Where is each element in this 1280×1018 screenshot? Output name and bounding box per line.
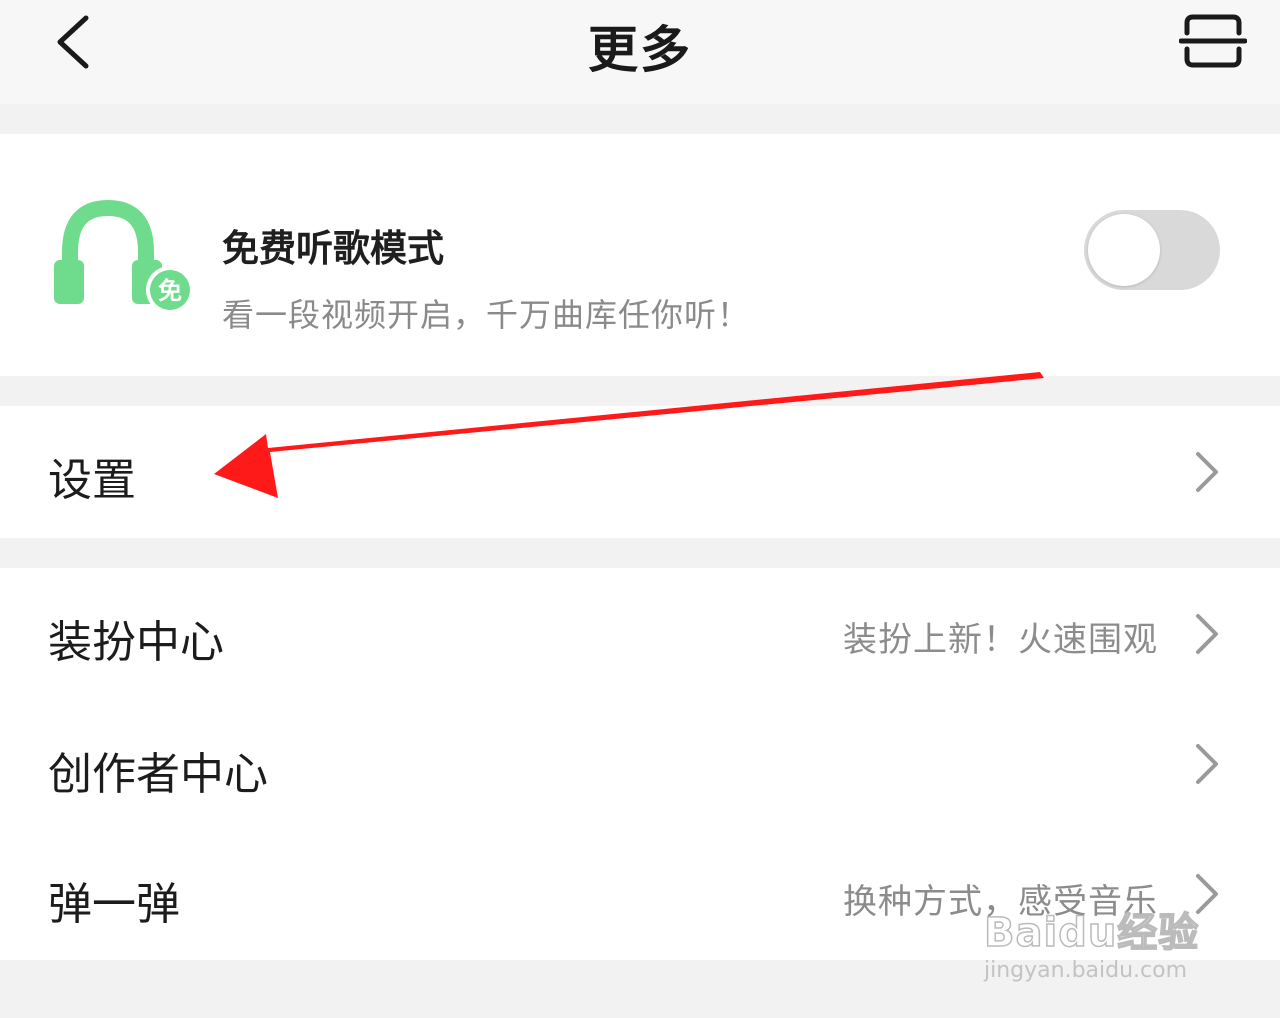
scan-icon <box>1179 14 1247 68</box>
chevron-right-icon <box>1196 744 1218 784</box>
chevron-right-icon <box>1196 614 1218 654</box>
free-badge: 免 <box>158 277 182 305</box>
menu-item-hint: 装扮上新！火速围观 <box>843 620 1158 660</box>
page-title: 更多 <box>588 21 692 79</box>
chevron-right-icon <box>1196 452 1218 492</box>
menu-item-label: 弹一弹 <box>48 879 180 930</box>
section-gap <box>0 104 1280 134</box>
baidu-watermark-url: jingyan.baidu.com <box>984 958 1188 983</box>
settings-row[interactable] <box>0 406 1280 538</box>
headphone-icon: 免 <box>54 200 194 314</box>
section-gap <box>0 376 1280 406</box>
free-mode-subtitle: 看一段视频开启，千万曲库任你听！ <box>222 296 751 334</box>
menu-item-label: 创作者中心 <box>48 749 268 800</box>
toggle-knob <box>1088 214 1160 286</box>
scan-button[interactable] <box>1176 10 1250 72</box>
section-gap <box>0 538 1280 568</box>
header-bar: 更多 <box>0 0 1280 104</box>
menu-item-label: 装扮中心 <box>48 617 224 668</box>
free-mode-title: 免费听歌模式 <box>222 227 444 270</box>
settings-label: 设置 <box>48 455 136 506</box>
baidu-watermark-logo: Baidu经验 <box>983 909 1200 957</box>
free-mode-toggle[interactable] <box>1084 210 1220 290</box>
more-page: 更多 免 免费听歌模式 看一段视频开启，千万曲库任你听！ 设置 装扮中心 装扮上… <box>0 0 1280 1018</box>
